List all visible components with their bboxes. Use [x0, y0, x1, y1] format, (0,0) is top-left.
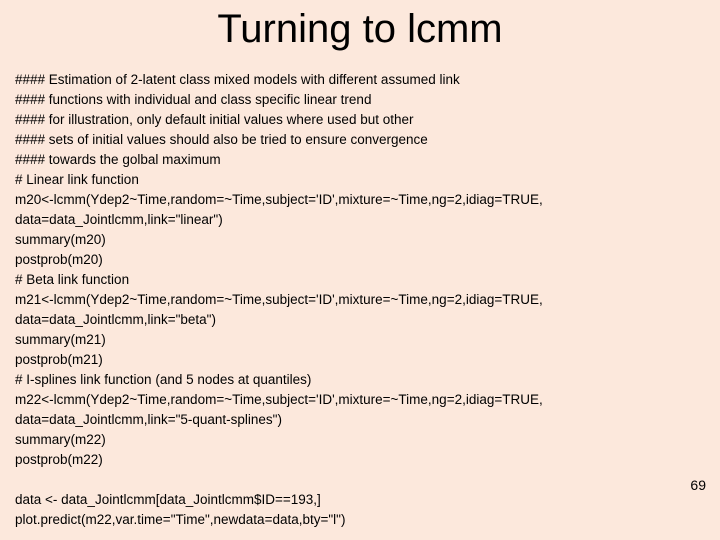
code-line: postprob(m21) [15, 352, 103, 367]
code-line: #### Estimation of 2-latent class mixed … [15, 72, 460, 87]
code-line: data <- data_Jointlcmm[data_Jointlcmm$ID… [15, 492, 321, 507]
code-line: plot.predict(m22,var.time="Time",newdata… [15, 512, 346, 527]
code-line: m20<-lcmm(Ydep2~Time,random=~Time,subjec… [15, 192, 543, 207]
code-line: data=data_Jointlcmm,link="beta") [15, 312, 216, 327]
code-line: # Linear link function [15, 172, 139, 187]
page-number: 69 [690, 477, 706, 493]
code-line: data=data_Jointlcmm,link="linear") [15, 212, 223, 227]
slide-canvas: Turning to lcmm #### Estimation of 2-lat… [0, 0, 720, 540]
code-block: #### Estimation of 2-latent class mixed … [15, 70, 705, 530]
code-line: #### towards the golbal maximum [15, 152, 221, 167]
code-line: #### functions with individual and class… [15, 92, 372, 107]
code-line: postprob(m22) [15, 452, 103, 467]
code-line: postprob(m20) [15, 252, 103, 267]
code-line: data=data_Jointlcmm,link="5-quant-spline… [15, 412, 282, 427]
code-line: # I-splines link function (and 5 nodes a… [15, 372, 312, 387]
code-line: m21<-lcmm(Ydep2~Time,random=~Time,subjec… [15, 292, 543, 307]
code-line: summary(m20) [15, 232, 106, 247]
code-line: # Beta link function [15, 272, 130, 287]
code-line: #### sets of initial values should also … [15, 132, 428, 147]
code-line: #### for illustration, only default init… [15, 112, 414, 127]
code-line: summary(m21) [15, 332, 106, 347]
page-title: Turning to lcmm [217, 7, 503, 51]
code-line: summary(m22) [15, 432, 106, 447]
code-line: m22<-lcmm(Ydep2~Time,random=~Time,subjec… [15, 392, 543, 407]
